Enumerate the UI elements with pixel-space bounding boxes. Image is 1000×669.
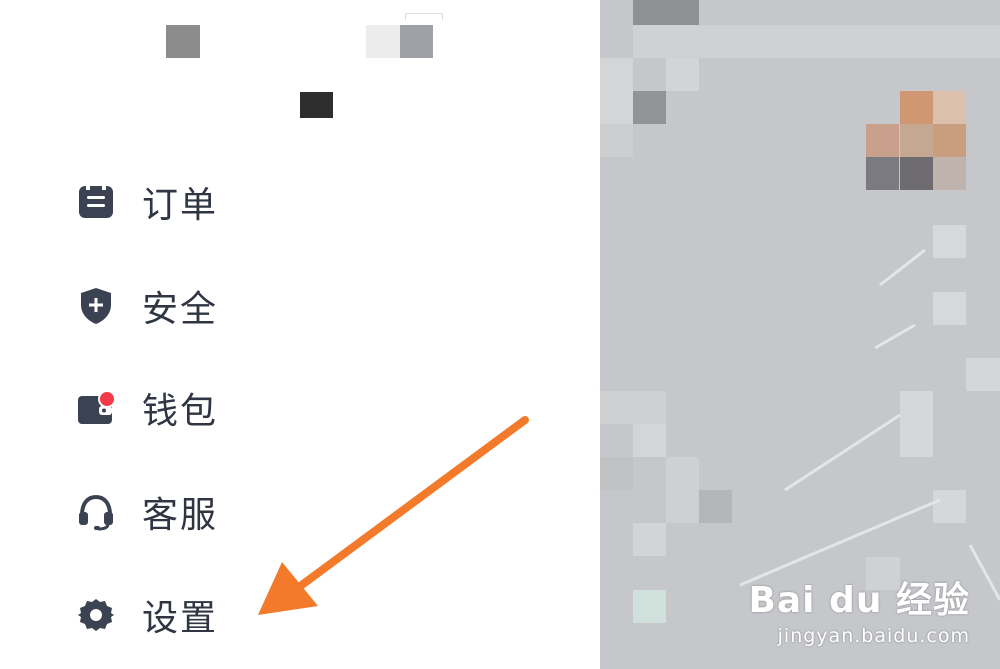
menu-label-orders: 订单: [142, 185, 219, 226]
avatar-blurred[interactable]: [166, 25, 200, 58]
username-blurred: [366, 25, 400, 58]
menu-label-security: 安全: [142, 289, 219, 330]
profile-blurred[interactable]: [300, 92, 333, 118]
watermark-logo: Bai du 经验: [748, 580, 970, 621]
watermark-url: jingyan.baidu.com: [777, 625, 970, 647]
menu-label-wallet: 钱包: [142, 391, 219, 432]
menu-item-support[interactable]: 客服: [76, 482, 376, 542]
notification-badge: [98, 390, 116, 408]
menu-item-security[interactable]: 安全: [76, 276, 376, 336]
menu-item-orders[interactable]: 订单: [76, 172, 376, 232]
header-mark: [405, 13, 443, 20]
username-blurred-2: [400, 25, 433, 58]
menu-item-settings[interactable]: 设置: [76, 585, 376, 645]
baidu-jingyan-watermark: Bai du 经验 jingyan.baidu.com: [748, 571, 970, 647]
menu-item-wallet[interactable]: 钱包: [76, 378, 376, 438]
menu-label-support: 客服: [142, 495, 219, 536]
side-drawer: 订单 安全 钱包 客服 设置: [0, 0, 610, 669]
orders-icon: [76, 182, 116, 222]
wallet-icon: [76, 388, 116, 428]
menu-label-settings: 设置: [142, 598, 219, 639]
map-background-blurred[interactable]: Bai du 经验 jingyan.baidu.com: [600, 0, 1000, 669]
shield-plus-icon: [76, 286, 116, 326]
headset-icon: [76, 492, 116, 532]
gear-icon: [76, 595, 116, 635]
